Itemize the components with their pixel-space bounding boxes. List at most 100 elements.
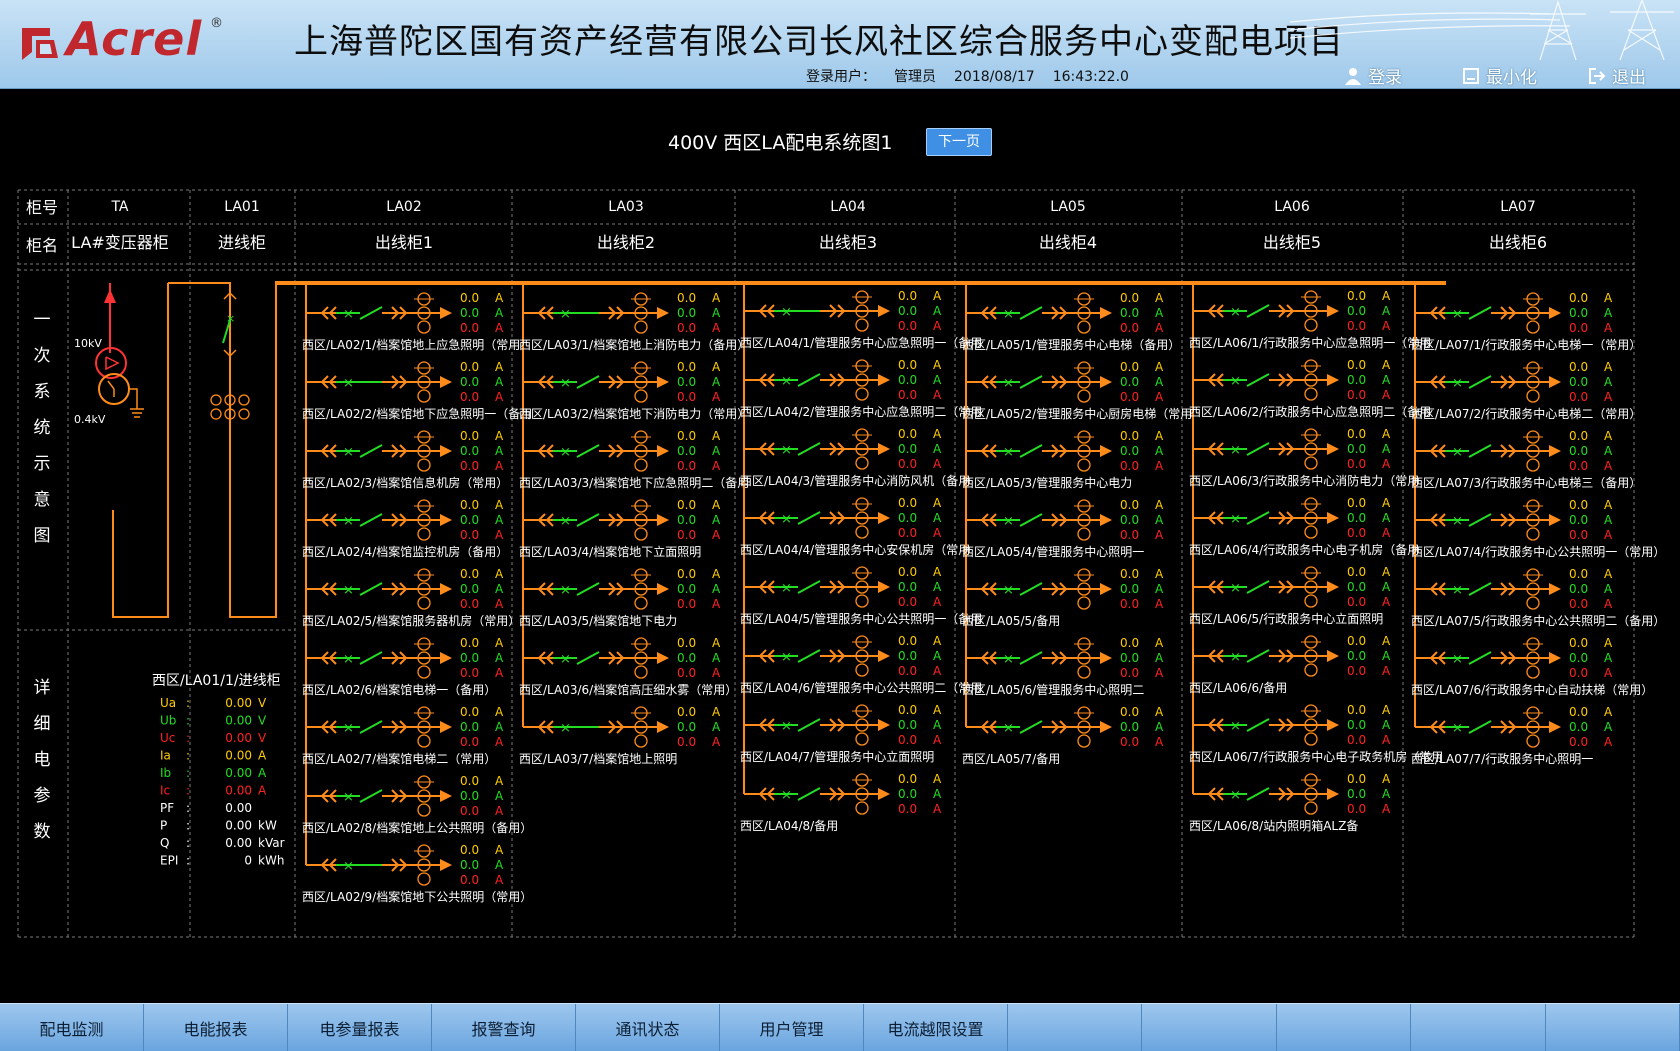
page-title-main: 上海普陀区国有资产经营有限公司长风社区综合服务中心变配电项目	[294, 22, 1344, 62]
transformer-hv-label: 10kV	[74, 337, 102, 350]
feeder-ct-icon-2	[855, 525, 869, 539]
detail-param-colon-Ic: :	[186, 784, 190, 798]
feeder-current-unit-2: A	[933, 319, 942, 333]
next-page-button[interactable]: 下一页	[926, 128, 992, 156]
feeder-current-phase-0: 0.0	[677, 291, 696, 305]
feeder-breaker-blade-icon	[1246, 787, 1270, 801]
feeder-current-phase-1: 0.0	[1569, 513, 1588, 527]
feeder-current-phase-1: 0.0	[1569, 375, 1588, 389]
feeder-current-phase-0: 0.0	[677, 498, 696, 512]
nav-button-2[interactable]: 电参量报表	[288, 1004, 432, 1051]
feeder-label: 西区/LA07/4/行政服务中心公共照明一（常用）	[1411, 544, 1665, 559]
feeder-arrow-icon	[440, 583, 452, 595]
feeder-current-unit-0: A	[1382, 772, 1391, 786]
feeder-label: 西区/LA02/8/档案馆地上公共照明（备用）	[302, 820, 532, 835]
feeder-current-phase-0: 0.0	[460, 498, 479, 512]
feeder-arrow-icon	[1327, 512, 1339, 524]
feeder-current-phase-2: 0.0	[1347, 319, 1366, 333]
nav-button-6[interactable]: 电流越限设置	[864, 1004, 1008, 1051]
feeder-current-phase-0: 0.0	[1347, 772, 1366, 786]
feeder-current-phase-1: 0.0	[460, 444, 479, 458]
detail-param-colon-EPI: :	[186, 854, 190, 868]
feeder-isolator-x-icon: ×	[560, 307, 571, 322]
feeder-ct-icon-2	[1077, 458, 1091, 472]
feeder-current-phase-1: 0.0	[898, 787, 917, 801]
feeder-current-phase-0: 0.0	[898, 427, 917, 441]
feeder-arrow-icon	[1100, 445, 1112, 457]
feeder-current-phase-0: 0.0	[1120, 291, 1139, 305]
wire-transformer-lv	[112, 283, 169, 618]
feeder-label: 西区/LA02/1/档案馆地上应急照明（常用	[302, 337, 520, 352]
feeder-isolator-x-icon: ×	[560, 445, 571, 460]
nav-button-empty-8	[1142, 1004, 1277, 1051]
feeder-LA04-8: × 0.0 A 0.0 A 0.0 A 西区/LA04/8/备用	[740, 772, 942, 833]
feeder-arrow-icon	[440, 721, 452, 733]
feeder-arrow-icon	[440, 445, 452, 457]
feeder-current-unit-0: A	[1604, 291, 1613, 305]
feeder-current-unit-1: A	[1382, 787, 1391, 801]
feeder-current-phase-2: 0.0	[677, 735, 696, 749]
feeder-LA03-2: × 0.0 A 0.0 A 0.0 A 西区/LA03/2/档案馆地下消防电力（常用）	[519, 360, 749, 421]
feeder-current-unit-0: A	[933, 496, 942, 510]
feeder-isolator-x-icon: ×	[1230, 788, 1241, 803]
detail-param-label-Uc: Uc	[160, 731, 175, 745]
feeder-arrow-icon	[878, 788, 890, 800]
nav-button-3[interactable]: 报警查询	[432, 1004, 576, 1051]
feeder-current-unit-1: A	[1382, 580, 1391, 594]
feeder-current-phase-2: 0.0	[1569, 390, 1588, 404]
login-user-label: 登录用户：	[806, 69, 876, 85]
feeder-label: 西区/LA07/2/行政服务中心电梯二（常用）	[1411, 406, 1641, 421]
feeder-current-unit-0: A	[1604, 498, 1613, 512]
detail-param-unit-EPI: kWh	[258, 854, 284, 868]
feeder-ct-icon-2	[634, 665, 648, 679]
feeder-LA06-3: × 0.0 A 0.0 A 0.0 A 西区/LA06/3/行政服务中心消防电力（常用	[1189, 427, 1419, 488]
feeder-current-phase-1: 0.0	[898, 580, 917, 594]
feeder-LA06-1: × 0.0 A 0.0 A 0.0 A 西区/LA06/1/行政服务中心应急照明一（常用	[1189, 289, 1431, 350]
feeder-current-phase-1: 0.0	[677, 513, 696, 527]
feeder-current-unit-1: A	[495, 858, 504, 872]
feeder-label: 西区/LA02/5/档案馆服务器机房（常用）	[302, 613, 520, 628]
feeder-current-unit-1: A	[495, 720, 504, 734]
feeder-current-phase-1: 0.0	[677, 582, 696, 596]
detail-param-colon-Uc: :	[186, 731, 190, 745]
feeder-LA04-4: × 0.0 A 0.0 A 0.0 A 西区/LA04/4/管理服务中心安保机房（常用	[740, 496, 970, 557]
nav-button-0[interactable]: 配电监测	[0, 1004, 144, 1051]
login-button[interactable]: 登录	[1344, 63, 1402, 88]
feeder-label: 西区/LA07/7/行政服务中心照明一	[1411, 751, 1593, 766]
nav-button-5[interactable]: 用户管理	[720, 1004, 864, 1051]
feeder-current-phase-0: 0.0	[1569, 429, 1588, 443]
cabinet-no-LA04: LA04	[830, 199, 866, 215]
feeder-arrow-icon	[1549, 445, 1561, 457]
feeder-ct-icon-2	[634, 389, 648, 403]
cabinet-no-LA05: LA05	[1050, 199, 1086, 215]
feeder-LA04-6: × 0.0 A 0.0 A 0.0 A 西区/LA04/6/管理服务中心公共照明二（常用	[740, 634, 982, 695]
feeder-current-unit-1: A	[1155, 306, 1164, 320]
feeder-LA07-4: × 0.0 A 0.0 A 0.0 A 西区/LA07/4/行政服务中心公共照明一（常用）	[1411, 498, 1665, 559]
feeder-LA04-5: × 0.0 A 0.0 A 0.0 A 西区/LA04/5/管理服务中心公共照明一（备用	[740, 565, 982, 626]
feeder-current-phase-0: 0.0	[1569, 567, 1588, 581]
feeder-current-phase-0: 0.0	[460, 705, 479, 719]
feeder-current-unit-0: A	[495, 360, 504, 374]
feeder-LA05-5: × 0.0 A 0.0 A 0.0 A 西区/LA05/5/备用	[962, 567, 1164, 628]
feeder-LA07-6: × 0.0 A 0.0 A 0.0 A 西区/LA07/6/行政服务中心自动扶梯（常用）	[1411, 636, 1653, 697]
exit-button[interactable]: 退出	[1588, 63, 1646, 88]
nav-button-4[interactable]: 通讯状态	[576, 1004, 720, 1051]
feeder-current-unit-1: A	[1155, 651, 1164, 665]
feeder-current-unit-0: A	[933, 565, 942, 579]
feeder-current-phase-2: 0.0	[1347, 664, 1366, 678]
minimize-button[interactable]: 最小化	[1462, 63, 1537, 88]
feeder-ct-icon-2	[1304, 318, 1318, 332]
feeder-isolator-x-icon: ×	[1452, 376, 1463, 391]
feeder-arrow-icon	[878, 719, 890, 731]
feeder-breaker-blade-icon	[1246, 304, 1270, 318]
nav-button-1[interactable]: 电能报表	[144, 1004, 288, 1051]
cabinet-no-LA01: LA01	[224, 199, 260, 215]
feeder-breaker-blade-icon	[1019, 513, 1043, 527]
detail-param-unit-Ub: V	[258, 714, 267, 728]
current-transformer-icon-1-0	[210, 408, 222, 420]
feeder-current-phase-2: 0.0	[460, 528, 479, 542]
feeder-isolator-x-icon: ×	[560, 652, 571, 667]
feeder-current-phase-2: 0.0	[1347, 595, 1366, 609]
feeder-current-unit-2: A	[1382, 526, 1391, 540]
detail-param-value-Ic: 0.00	[225, 784, 252, 798]
